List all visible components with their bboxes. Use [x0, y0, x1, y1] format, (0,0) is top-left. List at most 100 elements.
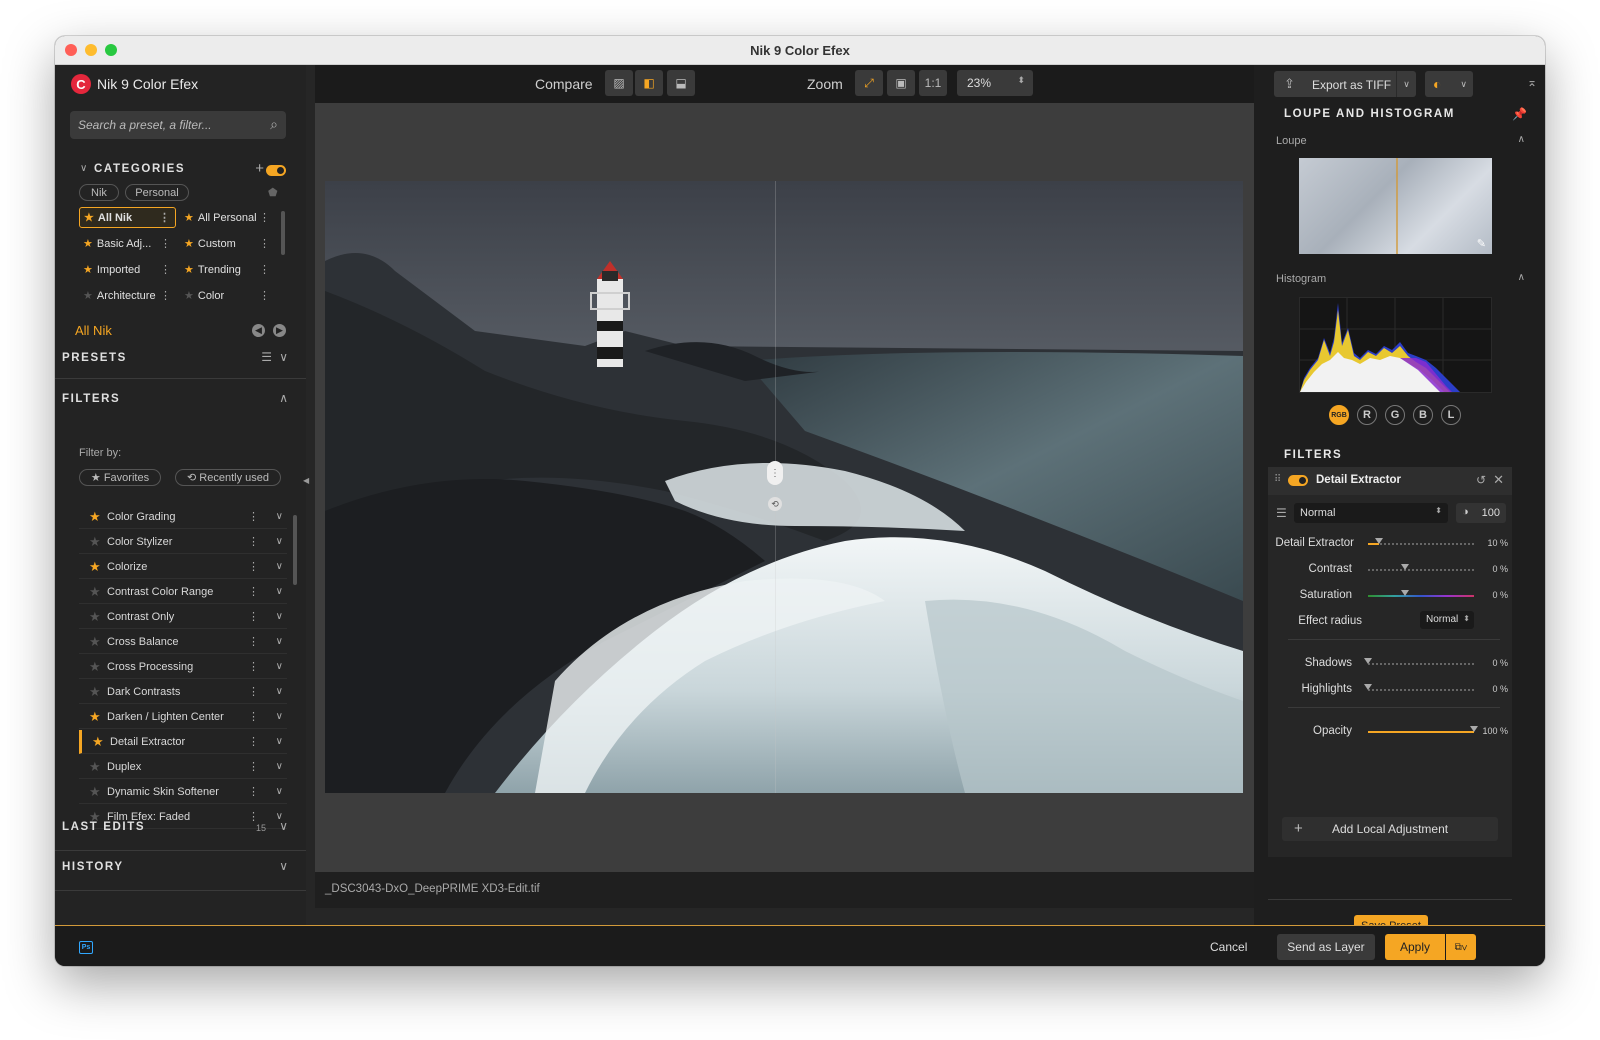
chevron-up-icon[interactable]: ∧ — [279, 391, 288, 405]
category-architecture[interactable]: ★ Architecture ⋮ — [79, 285, 176, 306]
filter-item-contrast-color-range[interactable]: ★ Contrast Color Range ⋮ ∨ — [79, 580, 287, 604]
more-icon[interactable]: ⋮ — [259, 289, 270, 302]
filter-opacity-field[interactable]: ◑ 100 — [1456, 503, 1506, 523]
chevron-up-icon[interactable]: ∧ — [1518, 272, 1525, 283]
drag-handle-icon[interactable]: ⠿ — [1274, 474, 1281, 485]
chevron-down-icon[interactable]: ∨ — [276, 711, 283, 722]
menu-icon[interactable]: ☰ — [1276, 506, 1287, 520]
slider-track[interactable] — [1368, 538, 1474, 545]
slider-track[interactable] — [1364, 684, 1474, 691]
category-all-personal[interactable]: ★ All Personal ⋮ — [180, 207, 275, 228]
star-icon[interactable]: ★ — [89, 534, 103, 550]
star-icon[interactable]: ★ — [89, 609, 103, 625]
image-canvas[interactable]: ⋮ ⟲ — [315, 103, 1254, 908]
filter-item-colorize[interactable]: ★ Colorize ⋮ ∨ — [79, 555, 287, 579]
chevron-down-icon[interactable]: ∨ — [279, 819, 288, 833]
star-icon[interactable]: ★ — [89, 759, 103, 775]
zoom-level-select[interactable]: 23% ⬍ — [957, 70, 1033, 96]
slider-track[interactable] — [1368, 564, 1474, 571]
more-icon[interactable]: ⋮ — [248, 660, 259, 673]
last-edits-header[interactable]: LAST EDITS 15 ∨ — [62, 819, 288, 837]
preview-photo[interactable]: ⋮ ⟲ — [325, 181, 1243, 793]
categories-header[interactable]: ∨ CATEGORIES + — [80, 160, 286, 180]
chevron-down-icon[interactable]: ∨ — [276, 636, 283, 647]
more-icon[interactable]: ⋮ — [248, 635, 259, 648]
slider-knob[interactable] — [1364, 658, 1372, 664]
highlights-slider[interactable]: Highlights 0 % — [1268, 679, 1512, 699]
more-icon[interactable]: ⋮ — [248, 560, 259, 573]
category-basic-adj[interactable]: ★ Basic Adj... ⋮ — [79, 233, 176, 254]
star-icon[interactable]: ★ — [89, 784, 103, 800]
slider-track[interactable] — [1368, 590, 1474, 597]
categories-toggle[interactable] — [266, 165, 286, 176]
slider-track[interactable] — [1368, 726, 1478, 733]
more-icon[interactable]: ⋮ — [160, 263, 171, 276]
star-icon[interactable]: ★ — [89, 584, 103, 600]
chevron-down-icon[interactable]: ∨ — [276, 511, 283, 522]
chevron-down-icon[interactable]: ∨ — [276, 736, 283, 747]
recently-used-filter-button[interactable]: ⟲ Recently used — [175, 469, 281, 486]
zoom-fit-button[interactable]: ⤢ — [855, 70, 883, 96]
search-icon[interactable]: ⌕ — [270, 116, 278, 133]
channel-r-button[interactable]: R — [1357, 405, 1377, 425]
star-icon[interactable]: ★ — [89, 509, 103, 525]
export-button[interactable]: ⇪ Export as TIFF ∨ — [1274, 71, 1416, 97]
chevron-down-icon[interactable]: ∨ — [276, 611, 283, 622]
star-icon[interactable]: ★ — [92, 734, 106, 750]
list-view-icon[interactable]: ☰ — [261, 350, 272, 364]
chevron-down-icon[interactable]: ∨ — [276, 536, 283, 547]
compare-divider-line[interactable] — [775, 181, 776, 793]
chevron-down-icon[interactable]: ∨ — [276, 761, 283, 772]
loupe-pin-icon[interactable]: ✎ — [1477, 237, 1486, 250]
chevron-down-icon[interactable]: ∨ — [279, 859, 288, 873]
more-icon[interactable]: ⋮ — [248, 610, 259, 623]
slider-knob[interactable] — [1401, 590, 1410, 596]
filter-item-contrast-only[interactable]: ★ Contrast Only ⋮ ∨ — [79, 605, 287, 629]
star-icon[interactable]: ★ — [89, 634, 103, 650]
preferences-button[interactable]: ◐ ∨ — [1425, 71, 1473, 97]
slider-knob[interactable] — [1470, 726, 1478, 732]
chevron-down-icon[interactable]: ∨ — [80, 163, 87, 174]
slider-track[interactable] — [1364, 658, 1474, 665]
filter-item-dynamic-skin-softener[interactable]: ★ Dynamic Skin Softener ⋮ ∨ — [79, 780, 287, 804]
filter-item-cross-balance[interactable]: ★ Cross Balance ⋮ ∨ — [79, 630, 287, 654]
pin-icon[interactable]: 📌 — [1512, 107, 1527, 121]
apply-options-dropdown[interactable]: ⧉∨ — [1446, 934, 1476, 960]
favorites-filter-button[interactable]: ★ Favorites — [79, 469, 161, 486]
compare-stacked-button[interactable]: ⬓ — [667, 70, 695, 96]
tab-nik[interactable]: Nik — [79, 184, 119, 201]
history-header[interactable]: HISTORY ∨ — [62, 859, 288, 877]
more-icon[interactable]: ⋮ — [248, 585, 259, 598]
reset-icon[interactable]: ↺ — [1476, 473, 1486, 487]
chevron-down-icon[interactable]: ∨ — [1396, 71, 1416, 97]
more-icon[interactable]: ⋮ — [259, 211, 270, 224]
more-icon[interactable]: ⋮ — [248, 685, 259, 698]
chevron-down-icon[interactable]: ∨ — [276, 786, 283, 797]
category-imported[interactable]: ★ Imported ⋮ — [79, 259, 176, 280]
slider-knob[interactable] — [1364, 684, 1372, 690]
chevron-up-icon[interactable]: ∧ — [1518, 134, 1525, 145]
slider-knob[interactable] — [1401, 564, 1410, 570]
more-icon[interactable]: ⋮ — [248, 760, 259, 773]
category-all-nik[interactable]: ★ All Nik ⋮ — [79, 207, 176, 228]
rotate-compare-icon[interactable]: ⟲ — [768, 497, 782, 511]
category-color[interactable]: ★ Color ⋮ — [180, 285, 275, 306]
pin-category-icon[interactable]: ⬟ — [268, 186, 278, 199]
tab-personal[interactable]: Personal — [125, 184, 189, 201]
star-icon[interactable]: ★ — [89, 659, 103, 675]
more-icon[interactable]: ⋮ — [248, 535, 259, 548]
star-icon[interactable]: ★ — [89, 559, 103, 575]
chevron-down-icon[interactable]: ∨ — [279, 350, 288, 364]
channel-rgb-button[interactable]: RGB — [1329, 405, 1349, 425]
filter-item-color-grading[interactable]: ★ Color Grading ⋮ ∨ — [79, 505, 287, 529]
prev-arrow-icon[interactable]: ◀ — [252, 324, 265, 337]
compare-split-button[interactable]: ◧ — [635, 70, 663, 96]
filter-item-color-stylizer[interactable]: ★ Color Stylizer ⋮ ∨ — [79, 530, 287, 554]
filters-header[interactable]: FILTERS ∧ — [62, 391, 288, 409]
opacity-slider[interactable]: Opacity 100 % — [1268, 721, 1512, 741]
categories-scrollbar[interactable] — [281, 211, 285, 255]
category-trending[interactable]: ★ Trending ⋮ — [180, 259, 275, 280]
chevron-down-icon[interactable]: ∨ — [276, 686, 283, 697]
cancel-button[interactable]: Cancel — [1210, 940, 1247, 954]
star-icon[interactable]: ★ — [89, 684, 103, 700]
